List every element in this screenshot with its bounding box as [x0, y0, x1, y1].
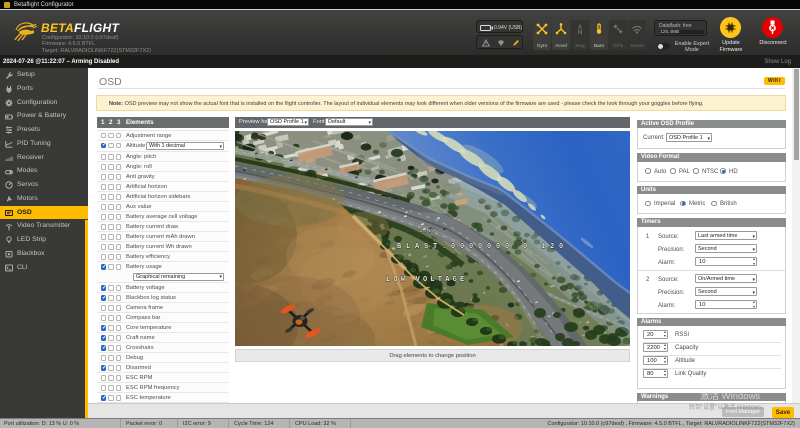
- svg-text:N: N: [578, 30, 582, 35]
- svg-text:LOW VOLTAGE: LOW VOLTAGE: [386, 276, 467, 284]
- svg-text:BLAST.0000000 0 120: BLAST.0000000 0 120: [397, 243, 568, 251]
- svg-text:2:17: 2:17: [420, 228, 437, 234]
